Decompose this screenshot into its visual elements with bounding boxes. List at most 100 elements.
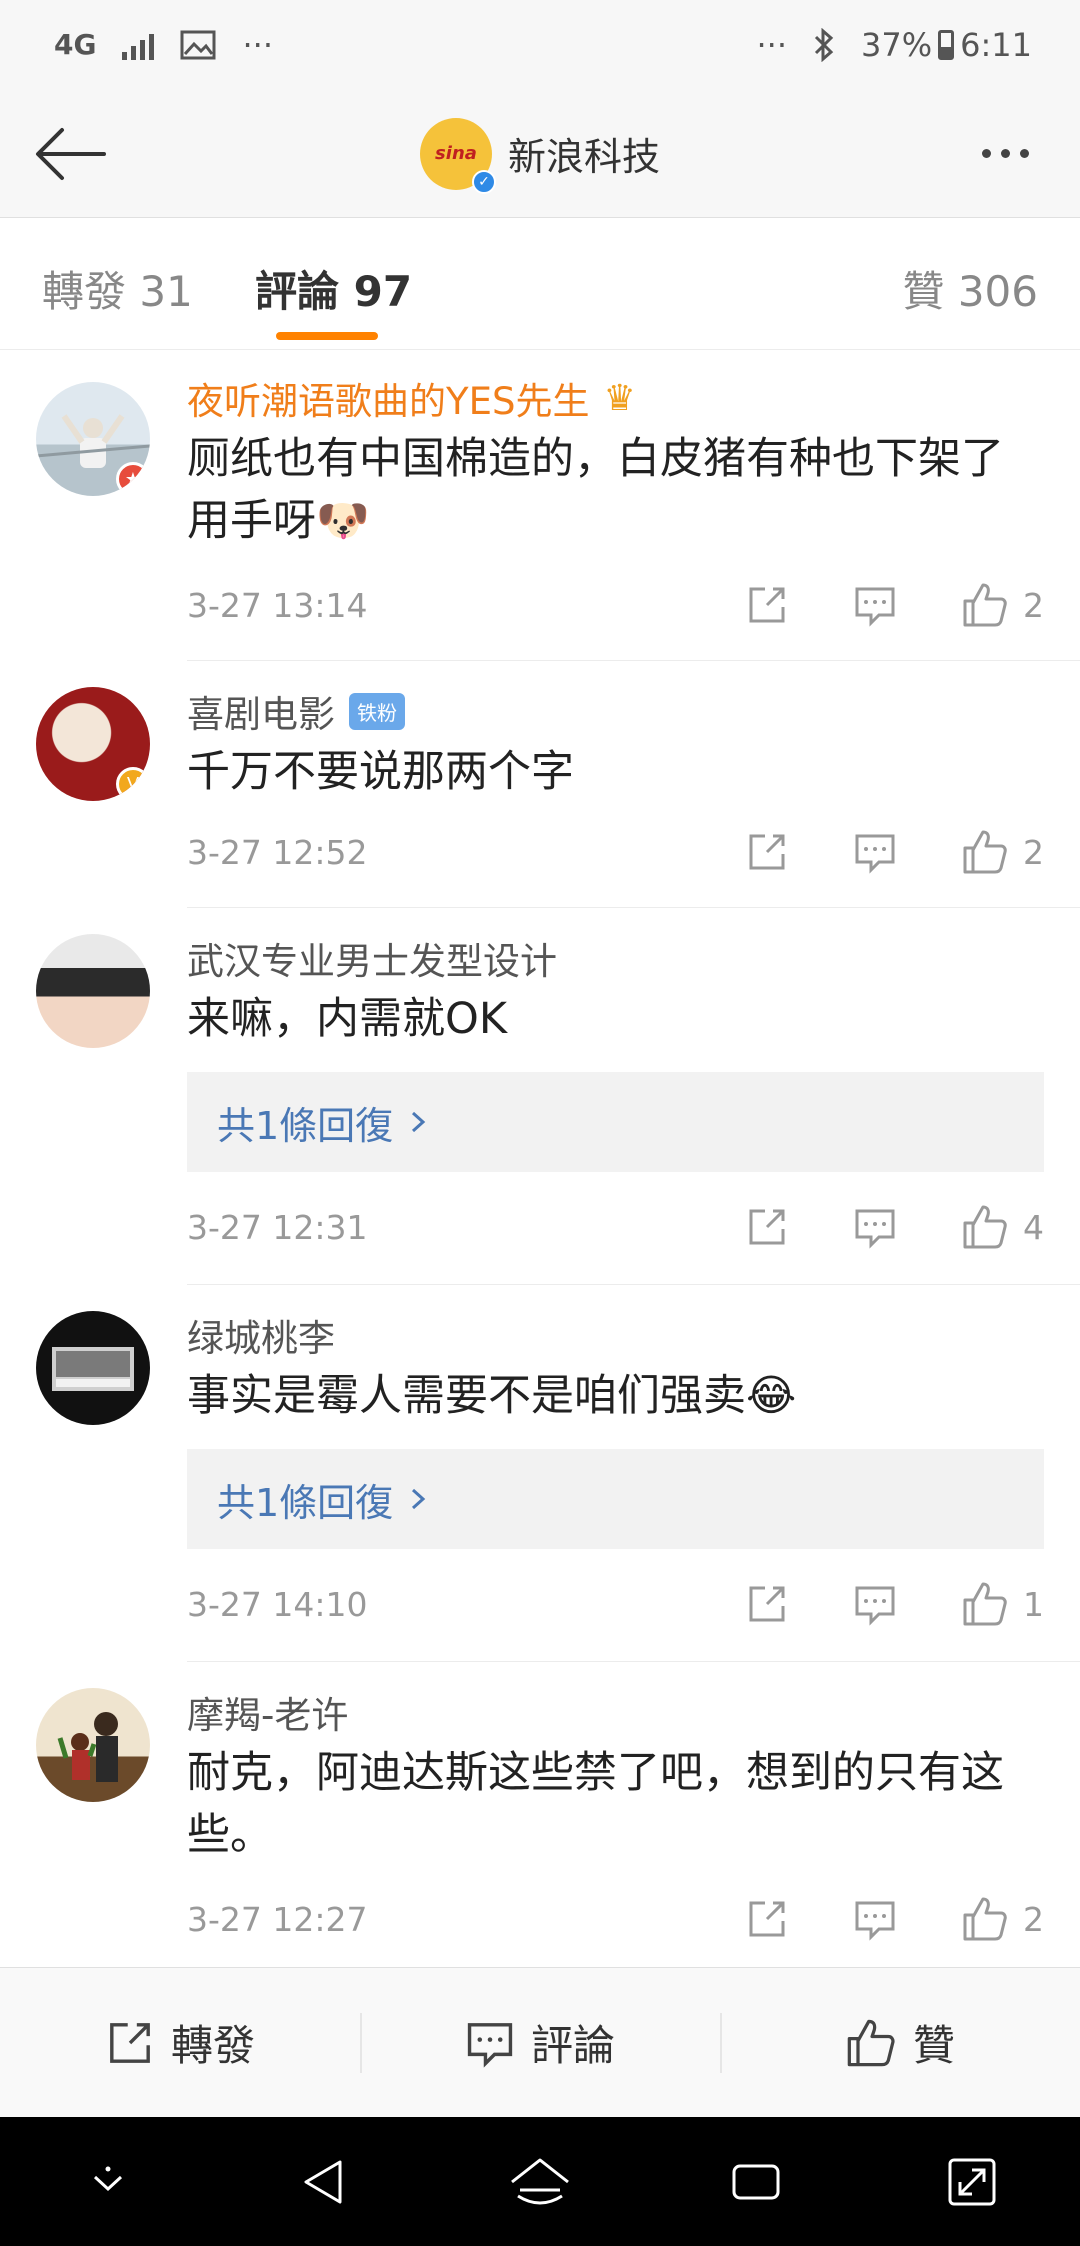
commenter-name[interactable]: 绿城桃李 bbox=[187, 1308, 335, 1362]
back-arrow-icon bbox=[36, 127, 106, 180]
network-indicator: 4G bbox=[54, 28, 97, 61]
share-icon bbox=[110, 2022, 150, 2063]
verified-yellow-icon: V bbox=[116, 767, 150, 801]
comment-icon bbox=[855, 587, 895, 627]
tab-bar: 轉發 31 評論 97 贊 306 bbox=[0, 218, 1080, 350]
avatar[interactable] bbox=[36, 1311, 150, 1425]
like-button[interactable]: 2 bbox=[961, 1895, 1044, 1943]
comment-item: ★ 夜听潮语歌曲的YES先生 ♛ 厕纸也有中国棉造的，白皮猪有种也下架了用手呀🐶… bbox=[0, 350, 1080, 660]
comment-list[interactable]: ★ 夜听潮语歌曲的YES先生 ♛ 厕纸也有中国棉造的，白皮猪有种也下架了用手呀🐶… bbox=[0, 350, 1080, 1967]
like-button[interactable]: 1 bbox=[961, 1580, 1044, 1628]
account-avatar[interactable]: sina ✓ bbox=[419, 117, 496, 194]
comment-icon bbox=[467, 2022, 513, 2068]
comment-text: 事实是霉人需要不是咱们强卖😂 bbox=[187, 1371, 797, 1421]
system-nav-bar bbox=[0, 2117, 1080, 2246]
like-count: 1 bbox=[1023, 1584, 1044, 1624]
reply-button[interactable] bbox=[853, 583, 897, 627]
like-label: 贊 bbox=[912, 2021, 955, 2070]
like-count: 2 bbox=[1023, 832, 1044, 872]
commenter-name[interactable]: 夜听潮语歌曲的YES先生 bbox=[187, 371, 589, 425]
commenter-name[interactable]: 喜剧电影 bbox=[187, 684, 335, 738]
comment-label: 評論 bbox=[530, 2021, 615, 2070]
chevron-right-icon bbox=[412, 1488, 426, 1510]
comment-item: 摩羯-老许 耐克，阿迪达斯这些禁了吧，想到的只有这些。 3-27 12:27 2 bbox=[0, 1662, 1080, 1954]
thumbs-up-icon bbox=[963, 1582, 1007, 1626]
chevron-right-icon bbox=[412, 1111, 426, 1133]
share-icon bbox=[749, 1901, 785, 1937]
repost-button[interactable] bbox=[745, 583, 789, 627]
reply-button[interactable] bbox=[853, 1205, 897, 1249]
more-options-button[interactable] bbox=[960, 114, 1050, 194]
share-icon bbox=[749, 1209, 785, 1245]
recents-icon bbox=[732, 2164, 780, 2199]
tab-likes[interactable]: 贊 306 bbox=[902, 258, 1038, 319]
replies-link: 共1條回復 bbox=[217, 1480, 394, 1525]
comment-icon bbox=[855, 1209, 895, 1249]
repost-action-button[interactable]: 轉發 bbox=[0, 1968, 360, 2117]
avatar[interactable] bbox=[36, 1688, 150, 1802]
more-dot-icon bbox=[1019, 149, 1029, 158]
avatar[interactable]: ★ bbox=[36, 382, 150, 496]
comment-text: 耐克，阿迪达斯这些禁了吧，想到的只有这些。 bbox=[187, 1748, 1004, 1860]
like-count: 2 bbox=[1023, 1899, 1044, 1939]
nav-expand-button[interactable] bbox=[912, 2132, 1032, 2232]
hide-keyboard-button[interactable] bbox=[48, 2132, 168, 2232]
comment-action-button[interactable]: 評論 bbox=[360, 1968, 720, 2117]
more-dot-icon bbox=[1000, 149, 1010, 158]
comment-time: 3-27 14:10 bbox=[187, 1584, 368, 1624]
repost-button[interactable] bbox=[745, 1205, 789, 1249]
reply-button[interactable] bbox=[853, 830, 897, 874]
nav-home-button[interactable] bbox=[480, 2132, 600, 2232]
comment-item: 绿城桃李 事实是霉人需要不是咱们强卖😂 共1條回復 3-27 14:10 1 bbox=[0, 1285, 1080, 1661]
battery-percent: 37% bbox=[861, 26, 933, 64]
like-action-button[interactable]: 贊 bbox=[720, 1968, 1080, 2117]
more-status: ··· bbox=[756, 26, 788, 64]
tab-comments[interactable]: 評論 97 bbox=[255, 258, 412, 319]
repost-button[interactable] bbox=[745, 1897, 789, 1941]
commenter-name[interactable]: 摩羯-老许 bbox=[187, 1685, 348, 1739]
thumbs-up-icon bbox=[963, 830, 1007, 874]
signal-icon bbox=[122, 30, 155, 60]
like-count: 4 bbox=[1023, 1207, 1044, 1247]
back-button[interactable] bbox=[30, 114, 110, 194]
share-icon bbox=[749, 587, 785, 623]
share-icon bbox=[749, 834, 785, 870]
comment-time: 3-27 12:27 bbox=[187, 1899, 368, 1939]
avatar[interactable]: V bbox=[36, 687, 150, 801]
vip-badge-icon: ★ bbox=[116, 462, 150, 496]
thumbs-up-icon bbox=[847, 2019, 895, 2066]
top-header: sina ✓ 新浪科技 bbox=[0, 90, 1080, 218]
clock: 6:11 bbox=[960, 26, 1032, 64]
account-title[interactable]: sina ✓ 新浪科技 bbox=[419, 117, 660, 194]
nav-back-button[interactable] bbox=[264, 2132, 384, 2232]
comment-item: 武汉专业男士发型设计 来嘛，内需就OK 共1條回復 3-27 12:31 4 bbox=[0, 908, 1080, 1284]
repost-button[interactable] bbox=[745, 1582, 789, 1626]
view-replies-button[interactable]: 共1條回復 bbox=[187, 1072, 1044, 1172]
share-icon bbox=[749, 1586, 785, 1622]
view-replies-button[interactable]: 共1條回復 bbox=[187, 1449, 1044, 1549]
like-count: 2 bbox=[1023, 585, 1044, 625]
logo-text: sina bbox=[435, 143, 477, 164]
more-dot-icon bbox=[981, 149, 991, 158]
like-button[interactable]: 2 bbox=[961, 828, 1044, 876]
reply-button[interactable] bbox=[853, 1582, 897, 1626]
tab-repost[interactable]: 轉發 31 bbox=[42, 258, 193, 319]
commenter-name[interactable]: 武汉专业男士发型设计 bbox=[187, 931, 557, 985]
verified-icon: ✓ bbox=[471, 169, 496, 194]
avatar[interactable] bbox=[36, 934, 150, 1048]
reply-button[interactable] bbox=[853, 1897, 897, 1941]
comment-text: 厕纸也有中国棉造的，白皮猪有种也下架了用手呀🐶 bbox=[187, 434, 1004, 546]
like-button[interactable]: 2 bbox=[961, 581, 1044, 629]
comment-time: 3-27 13:14 bbox=[187, 585, 368, 625]
nav-recents-button[interactable] bbox=[696, 2132, 816, 2232]
comment-text: 千万不要说那两个字 bbox=[187, 747, 574, 797]
repost-label: 轉發 bbox=[170, 2021, 255, 2070]
bottom-toolbar: 轉發 評論 贊 bbox=[0, 1967, 1080, 2117]
repost-button[interactable] bbox=[745, 830, 789, 874]
crown-icon: ♛ bbox=[603, 377, 636, 419]
home-icon bbox=[511, 2158, 569, 2204]
battery-icon bbox=[938, 30, 955, 60]
comment-time: 3-27 12:31 bbox=[187, 1207, 368, 1247]
comment-item: V 喜剧电影 铁粉 千万不要说那两个字 3-27 12:52 2 bbox=[0, 661, 1080, 907]
like-button[interactable]: 4 bbox=[961, 1203, 1044, 1251]
